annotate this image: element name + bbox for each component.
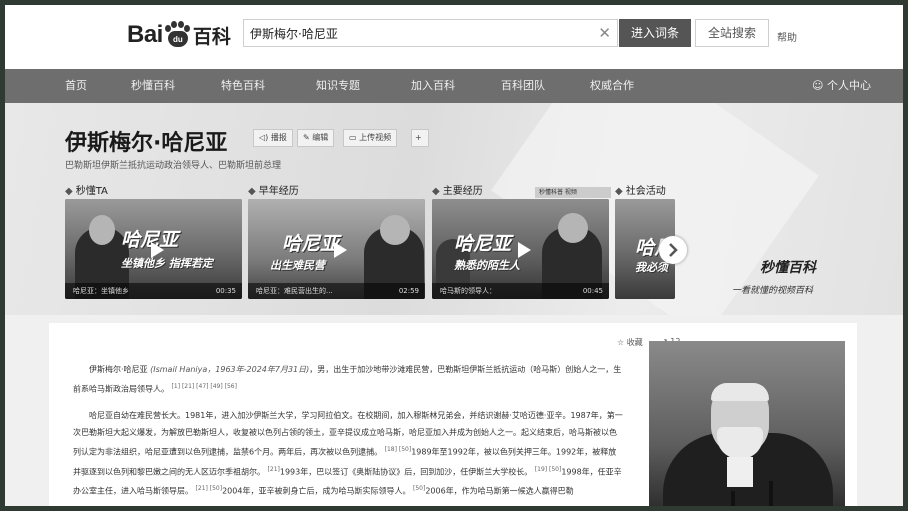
video-card-duration: 02:59: [398, 287, 419, 295]
section-label-social: ◆ 社会活动: [615, 186, 666, 197]
nav-item-miaodong[interactable]: 秒懂百科: [131, 69, 175, 103]
speaker-icon: ◁): [259, 133, 269, 142]
baidu-baike-logo[interactable]: Bai du 百科: [127, 17, 231, 53]
logo-text-bai: Bai: [127, 21, 163, 48]
miaodong-brand: 秒懂百科: [760, 260, 816, 276]
user-center-link[interactable]: ☺ 个人中心: [812, 69, 871, 103]
upload-video-button[interactable]: ▭ 上传视频: [343, 129, 398, 147]
video-card-duration: 00:45: [582, 287, 603, 295]
next-arrow-button[interactable]: [659, 236, 687, 264]
article-body: ☆ 收藏 ↗ 12 伊斯梅尔·哈尼亚 (Ismail Haniya，1963年-…: [49, 323, 857, 506]
star-icon: ☆: [617, 338, 625, 347]
play-icon[interactable]: [328, 239, 350, 261]
video-icon: ▭: [349, 133, 357, 142]
nav-item-partners[interactable]: 权威合作: [590, 69, 634, 103]
nav-bar: 首页 秒懂百科 特色百科 知识专题 加入百科 百科团队 权威合作 ☺ 个人中心: [5, 69, 903, 103]
video-card-subtitle: 出生难民营: [270, 259, 325, 272]
play-icon[interactable]: [512, 239, 534, 261]
browser-frame: Bai du 百科 ✕ 进入词条 全站搜索 帮助 首页 秒懂百科 特色百科 知识…: [5, 5, 903, 506]
edit-button[interactable]: ✎ 编辑: [297, 129, 335, 147]
section-label-miaodong: ◆ 秒懂TA: [65, 186, 108, 197]
summary-paragraph: 伊斯梅尔·哈尼亚 (Ismail Haniya，1963年-2024年7月31日…: [73, 365, 622, 394]
enter-entry-button[interactable]: 进入词条: [619, 19, 691, 47]
user-center-label: 个人中心: [827, 79, 871, 92]
nav-item-join[interactable]: 加入百科: [411, 69, 455, 103]
top-bar: Bai du 百科 ✕ 进入词条 全站搜索 帮助: [5, 5, 903, 69]
section-label-early: ◆ 早年经历: [248, 186, 299, 197]
user-icon: ☺: [812, 79, 824, 92]
broadcast-button[interactable]: ◁) 播报: [253, 129, 293, 147]
search-box: ✕: [243, 19, 618, 47]
paw-icon: du: [164, 21, 190, 49]
body-paragraph: 哈尼亚自幼在难民营长大。1981年，进入加沙伊斯兰大学，学习阿拉伯文。在校期间，…: [73, 411, 623, 496]
video-card-subtitle: 我必须: [635, 261, 668, 274]
search-input[interactable]: [244, 20, 584, 46]
video-card-subtitle: 熟悉的陌生人: [454, 259, 520, 272]
plus-icon: +: [415, 133, 422, 142]
video-card[interactable]: 哈尼亚 出生难民营 哈尼亚：难民营出生的... 02:59: [248, 199, 425, 299]
clear-icon[interactable]: ✕: [598, 24, 611, 42]
nav-item-topics[interactable]: 知识专题: [316, 69, 360, 103]
logo-text-baike: 百科: [192, 25, 231, 48]
nav-item-team[interactable]: 百科团队: [501, 69, 545, 103]
video-card[interactable]: 哈尼亚 坐镇他乡 指挥若定 哈尼亚：坐镇他乡 00:35: [65, 199, 242, 299]
video-card-duration: 00:35: [215, 287, 236, 295]
add-button[interactable]: +: [411, 129, 429, 147]
video-badge: 秒懂科普 视频: [535, 187, 611, 198]
miaodong-slogan: 一看就懂的视频百科: [732, 286, 814, 296]
favorite-button[interactable]: ☆ 收藏: [617, 337, 643, 348]
page-subtitle: 巴勒斯坦伊斯兰抵抗运动政治领导人、巴勒斯坦前总理: [65, 161, 282, 171]
pencil-icon: ✎: [303, 133, 310, 142]
section-label-main: ◆ 主要经历: [432, 186, 483, 197]
portrait-image[interactable]: [649, 341, 845, 506]
nav-item-home[interactable]: 首页: [65, 69, 87, 103]
video-card[interactable]: 哈尼亚 熟悉的陌生人 哈马斯的领导人： 00:45: [432, 199, 609, 299]
entry-hero: 伊斯梅尔·哈尼亚 巴勒斯坦伊斯兰抵抗运动政治领导人、巴勒斯坦前总理 ◁) 播报 …: [5, 103, 903, 315]
video-card-title: 哈尼亚: [454, 233, 512, 255]
help-link[interactable]: 帮助: [777, 29, 797, 44]
site-search-button[interactable]: 全站搜索: [695, 19, 769, 47]
page-title: 伊斯梅尔·哈尼亚: [65, 131, 228, 156]
nav-item-featured[interactable]: 特色百科: [221, 69, 265, 103]
play-icon[interactable]: [145, 239, 167, 261]
